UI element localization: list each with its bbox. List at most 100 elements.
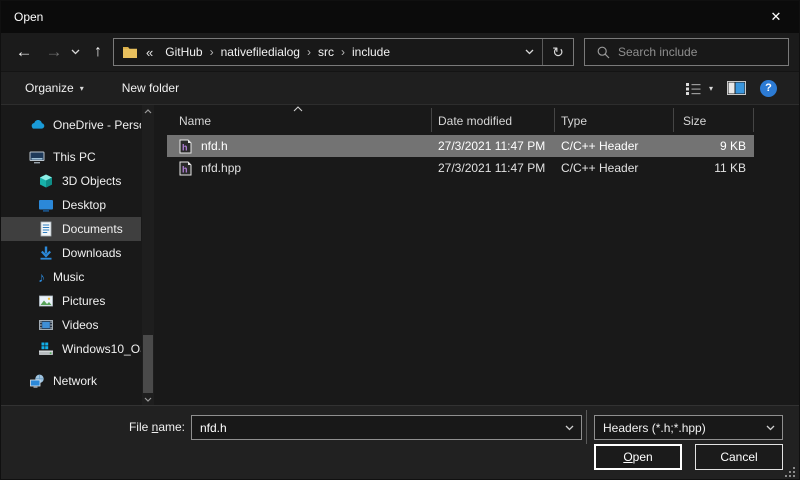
sidebar-item-label: 3D Objects <box>62 174 121 188</box>
column-separator[interactable] <box>431 108 432 132</box>
views-button[interactable]: ▾ <box>685 82 713 95</box>
file-name-combobox[interactable] <box>191 415 582 440</box>
resize-grip[interactable] <box>783 465 796 478</box>
forward-icon: → <box>46 42 63 62</box>
file-type-value: Headers (*.h;*.hpp) <box>595 421 758 435</box>
scroll-up-button[interactable] <box>142 105 154 117</box>
open-label-mnemonic: O <box>623 450 632 464</box>
open-button[interactable]: Open <box>594 444 682 470</box>
column-separator[interactable] <box>753 108 754 132</box>
breadcrumb-item-github[interactable]: GitHub <box>159 45 208 59</box>
sidebar-item-music[interactable]: ♪ Music <box>1 265 141 289</box>
navigation-pane: OneDrive - Persor This PC 3D Objects D <box>1 105 161 405</box>
file-name: nfd.h <box>201 139 228 153</box>
up-icon: ↑ <box>94 43 102 61</box>
sidebar-item-downloads[interactable]: Downloads <box>1 241 141 265</box>
file-row-nfd-h[interactable]: h nfd.h 27/3/2021 11:47 PM C/C++ Header … <box>167 135 754 157</box>
back-icon: ← <box>16 42 33 62</box>
address-dropdown-button[interactable] <box>516 39 542 65</box>
column-header-name[interactable]: Name <box>179 114 211 128</box>
breadcrumb-item-nativefiledialog[interactable]: nativefiledialog <box>215 45 306 59</box>
sidebar-item-label: Pictures <box>62 294 105 308</box>
column-header-size[interactable]: Size <box>683 114 706 128</box>
recent-locations-button[interactable] <box>67 38 83 66</box>
new-folder-label: New folder <box>122 81 179 95</box>
open-label-post: pen <box>633 450 653 464</box>
sidebar-item-label: Music <box>53 270 84 284</box>
onedrive-icon <box>29 117 45 133</box>
chevron-up-icon <box>144 109 152 114</box>
sidebar-item-videos[interactable]: Videos <box>1 313 141 337</box>
documents-icon <box>38 221 54 237</box>
dropdown-arrow-icon: ▾ <box>709 84 713 93</box>
file-type-dropdown-button[interactable] <box>758 425 782 431</box>
search-input[interactable] <box>618 45 788 59</box>
scrollbar-thumb[interactable] <box>143 335 153 393</box>
file-name-label-post: ame: <box>158 420 185 434</box>
command-toolbar: Organize ▾ New folder ▾ <box>1 71 799 105</box>
dropdown-arrow-icon: ▾ <box>80 84 84 93</box>
column-header-row: Name Date modified Type Size <box>161 105 800 134</box>
file-row-nfd-hpp[interactable]: h nfd.hpp 27/3/2021 11:47 PM C/C++ Heade… <box>167 157 754 179</box>
preview-pane-icon[interactable] <box>727 81 746 95</box>
column-header-type[interactable]: Type <box>561 114 587 128</box>
close-button[interactable]: ✕ <box>753 1 799 33</box>
navigation-bar: ← → ↑ « GitHub › nativefiledialog › src … <box>1 33 799 71</box>
details-view-icon <box>685 82 702 95</box>
close-icon: ✕ <box>771 9 782 25</box>
sidebar-item-this-pc[interactable]: This PC <box>1 145 141 169</box>
address-bar[interactable]: « GitHub › nativefiledialog › src › incl… <box>113 38 574 66</box>
sidebar-item-3d-objects[interactable]: 3D Objects <box>1 169 141 193</box>
breadcrumb-item-src[interactable]: src <box>312 45 340 59</box>
file-list: Name Date modified Type Size h nfd.h 27/… <box>161 105 800 405</box>
downloads-icon <box>38 245 54 261</box>
question-icon: ? <box>765 82 772 94</box>
forward-button[interactable]: → <box>39 38 69 66</box>
file-name-dropdown-button[interactable] <box>557 425 581 431</box>
sidebar-scrollbar[interactable] <box>142 105 154 405</box>
videos-icon <box>38 317 54 333</box>
column-separator[interactable] <box>673 108 674 132</box>
organize-button[interactable]: Organize ▾ <box>15 72 94 104</box>
sidebar-item-label: This PC <box>53 150 96 164</box>
sidebar-item-windows10-os[interactable]: Windows10_OS ( <box>1 337 141 361</box>
window-title: Open <box>1 10 43 24</box>
scroll-down-button[interactable] <box>142 393 154 405</box>
cancel-button[interactable]: Cancel <box>695 444 783 470</box>
drive-icon <box>38 341 54 357</box>
back-button[interactable]: ← <box>9 38 39 66</box>
search-icon <box>597 46 610 59</box>
file-type-combobox[interactable]: Headers (*.h;*.hpp) <box>594 415 783 440</box>
column-header-date-modified[interactable]: Date modified <box>438 114 512 128</box>
pictures-icon <box>38 293 54 309</box>
toolbar-right-group: ▾ ? <box>685 80 799 97</box>
refresh-icon: ↻ <box>552 44 564 61</box>
refresh-button[interactable]: ↻ <box>542 39 573 65</box>
sidebar-item-documents[interactable]: Documents <box>1 217 141 241</box>
help-button[interactable]: ? <box>760 80 777 97</box>
column-separator[interactable] <box>554 108 555 132</box>
3d-objects-icon <box>38 173 54 189</box>
search-box[interactable] <box>584 38 789 66</box>
chevron-down-icon <box>766 425 775 431</box>
footer-separator <box>586 410 587 444</box>
folder-icon <box>122 45 138 59</box>
chevron-down-icon <box>565 425 574 431</box>
file-date-modified: 27/3/2021 11:47 PM <box>438 161 545 175</box>
breadcrumb-overflow[interactable]: « <box>138 45 159 60</box>
sidebar-item-desktop[interactable]: Desktop <box>1 193 141 217</box>
file-date-modified: 27/3/2021 11:47 PM <box>438 139 545 153</box>
new-folder-button[interactable]: New folder <box>112 72 189 104</box>
file-name-input[interactable] <box>192 421 557 435</box>
file-type: C/C++ Header <box>561 139 638 153</box>
open-button-label: Open <box>623 450 652 464</box>
network-icon <box>29 373 45 389</box>
up-button[interactable]: ↑ <box>83 38 113 66</box>
breadcrumb-item-include[interactable]: include <box>346 45 396 59</box>
sort-ascending-icon <box>293 106 303 112</box>
sidebar-item-onedrive[interactable]: OneDrive - Persor <box>1 113 141 137</box>
file-name-label-pre: File <box>129 420 152 434</box>
file-name: nfd.hpp <box>201 161 241 175</box>
sidebar-item-network[interactable]: Network <box>1 369 141 393</box>
sidebar-item-pictures[interactable]: Pictures <box>1 289 141 313</box>
